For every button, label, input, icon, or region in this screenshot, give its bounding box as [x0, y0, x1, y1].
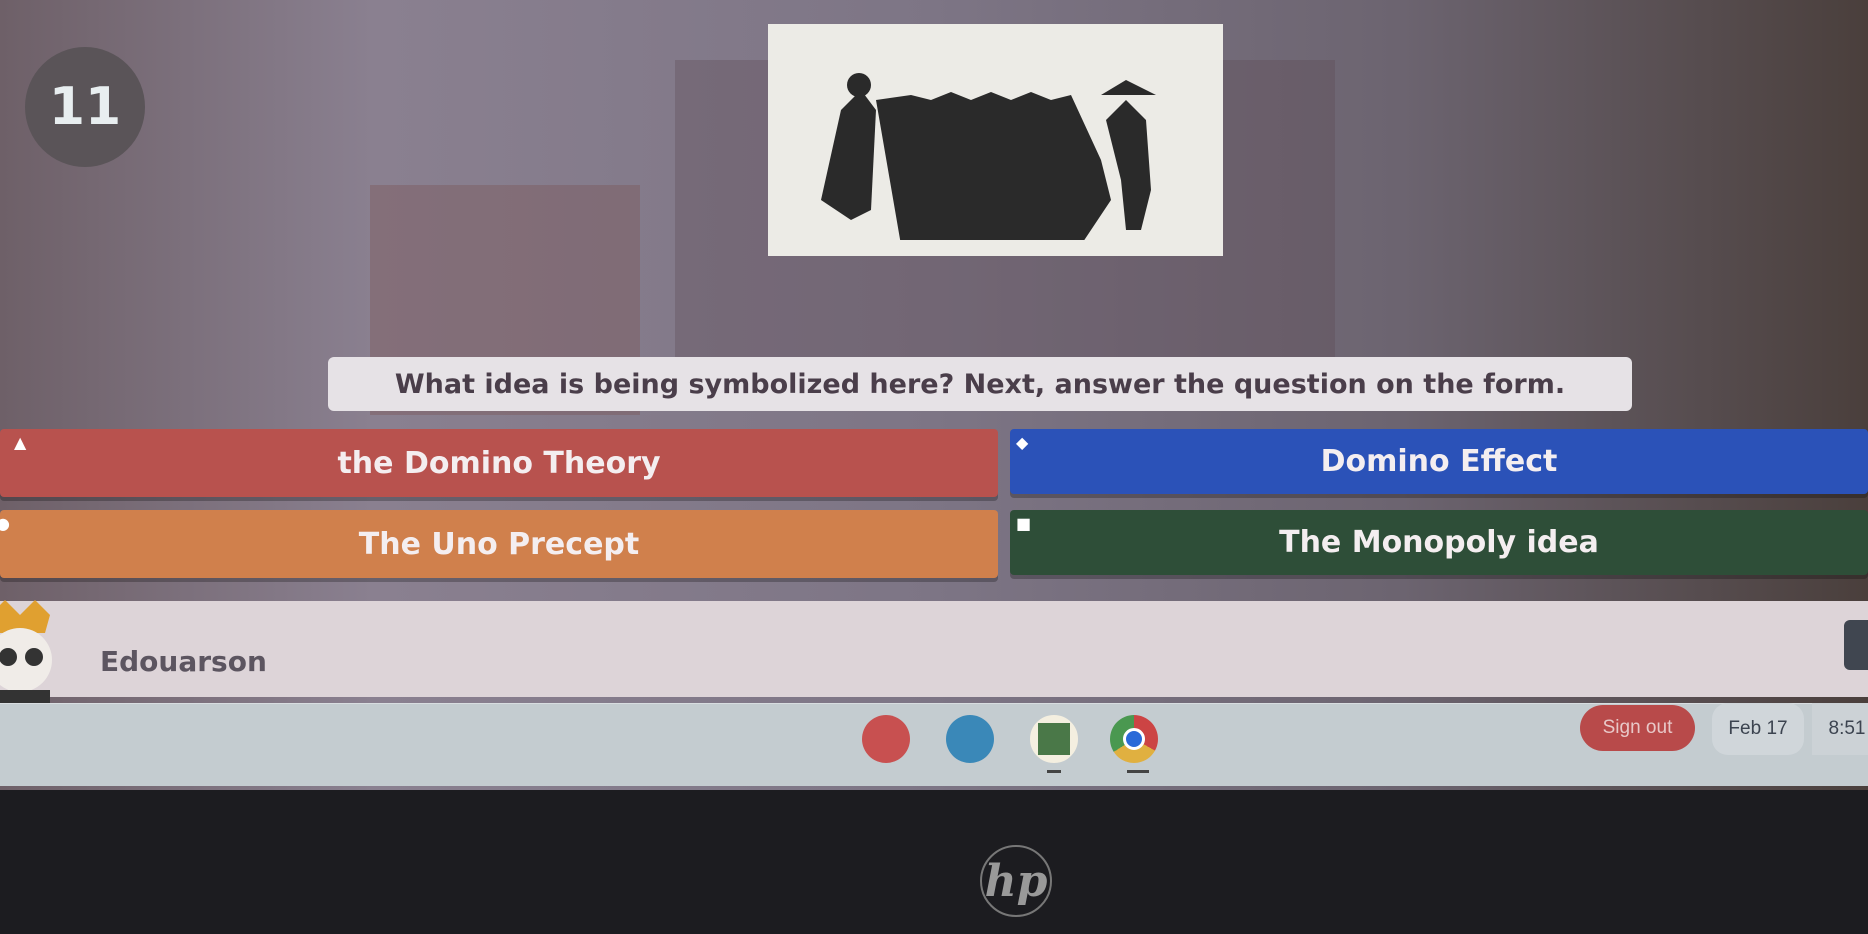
clock[interactable]: 8:51: [1812, 703, 1868, 755]
answer-label: Domino Effect: [1320, 444, 1558, 479]
answer-option-3[interactable]: ● The Uno Precept: [0, 510, 998, 578]
answer-option-2[interactable]: ◆ Domino Effect: [1010, 429, 1868, 494]
hp-logo: hp: [980, 845, 1052, 917]
question-image: [768, 24, 1223, 256]
answer-option-4[interactable]: ■ The Monopoly idea: [1010, 510, 1868, 575]
date[interactable]: Feb 17: [1712, 703, 1804, 755]
skull-king-avatar: [0, 600, 52, 705]
answer-label: The Monopoly idea: [1279, 525, 1599, 560]
palette-icon[interactable]: [862, 715, 910, 763]
player-name: Edouarson: [100, 645, 267, 678]
screen: 11 What idea is being symbolized here? N…: [0, 0, 1868, 790]
classroom-icon[interactable]: [1030, 715, 1078, 763]
chrome-icon[interactable]: [1110, 715, 1158, 763]
answer-option-1[interactable]: ▲ the Domino Theory: [0, 429, 998, 497]
circle-icon: ●: [0, 514, 10, 533]
square-icon: ■: [1016, 514, 1032, 533]
slides-icon[interactable]: [946, 715, 994, 763]
answer-label: the Domino Theory: [337, 445, 661, 481]
player-bar: [0, 601, 1868, 697]
domino-soldiers-image: [820, 73, 1156, 240]
running-indicator: [1047, 770, 1061, 773]
diamond-icon: ◆: [1016, 433, 1029, 452]
answer-label: The Uno Precept: [358, 526, 640, 562]
triangle-icon: ▲: [14, 433, 27, 452]
question-text: What idea is being symbolized here? Next…: [328, 357, 1632, 411]
question-number: 11: [25, 47, 145, 167]
menu-button[interactable]: [1844, 620, 1868, 670]
sign-out-button[interactable]: Sign out: [1580, 705, 1695, 751]
running-indicator: [1127, 770, 1149, 773]
